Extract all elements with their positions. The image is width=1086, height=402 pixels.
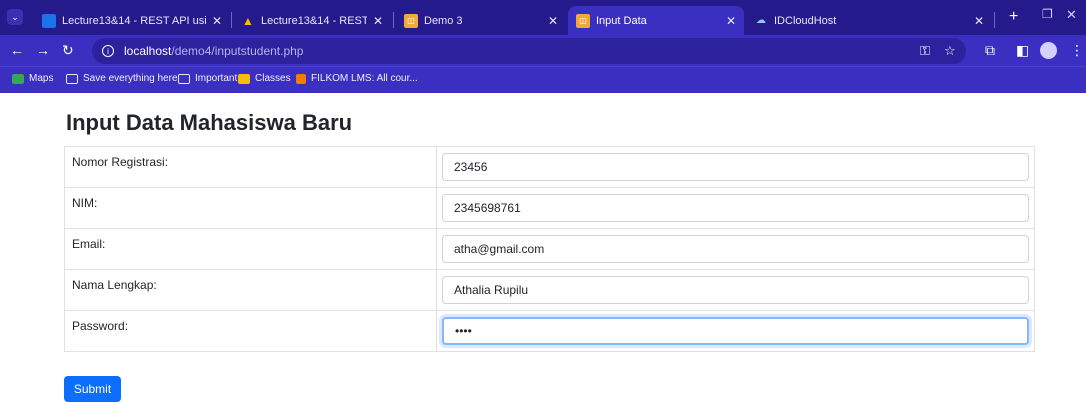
bookmark-maps[interactable]: Maps <box>12 73 53 84</box>
close-icon[interactable]: ✕ <box>548 14 558 28</box>
bookmark-save-everything[interactable]: Save everything here <box>66 73 178 84</box>
close-icon[interactable]: ✕ <box>373 14 383 28</box>
tab-lecture-2[interactable]: ▲ Lecture13&14 - REST API using Fr ✕ <box>233 6 391 35</box>
form-row-registration: Nomor Registrasi: 23456 <box>64 146 1035 188</box>
classroom-icon <box>238 73 250 84</box>
tab-input-data[interactable]: ◫ Input Data ✕ <box>568 6 744 35</box>
password-input[interactable]: •••• <box>442 317 1029 345</box>
bookmark-important[interactable]: Important <box>178 73 237 84</box>
cloud-icon: ☁ <box>756 15 766 26</box>
side-panel-icon[interactable]: ◧ <box>1016 42 1029 59</box>
tab-demo-3[interactable]: ◫ Demo 3 ✕ <box>396 6 566 35</box>
tab-separator <box>393 12 394 28</box>
registration-number-input[interactable]: 23456 <box>442 153 1029 181</box>
student-form-table: Nomor Registrasi: 23456 NIM: 2345698761 … <box>64 146 1035 352</box>
lms-icon <box>296 73 306 84</box>
address-bar[interactable]: i localhost/demo4/inputstudent.php <box>92 38 966 64</box>
forward-arrow-icon[interactable]: → <box>36 42 50 58</box>
bookmarks-bar: Maps Save everything here Important Clas… <box>0 66 1086 93</box>
tab-separator <box>994 12 995 28</box>
full-name-input[interactable]: Athalia Rupilu <box>442 276 1029 304</box>
form-row-email: Email: atha@gmail.com <box>64 228 1035 270</box>
browser-toolbar: ← → ↻ i localhost/demo4/inputstudent.php… <box>0 35 1086 66</box>
tab-search-button[interactable]: ⌄ <box>7 9 23 25</box>
close-icon[interactable]: ✕ <box>212 14 222 28</box>
email-label: Email: <box>64 228 437 270</box>
folder-icon <box>178 73 190 84</box>
folder-icon <box>66 73 78 84</box>
submit-button[interactable]: Submit <box>64 376 121 402</box>
tab-strip: ⌄ Lecture13&14 - REST API using Fr ✕ ▲ L… <box>0 0 1086 35</box>
nim-input[interactable]: 2345698761 <box>442 194 1029 222</box>
form-row-full-name: Nama Lengkap: Athalia Rupilu <box>64 269 1035 311</box>
restore-button[interactable]: ❐ <box>1042 7 1053 21</box>
password-label: Password: <box>64 310 437 352</box>
close-icon[interactable]: ✕ <box>726 14 736 28</box>
nim-label: NIM: <box>64 187 437 229</box>
bookmark-classes[interactable]: Classes <box>238 73 291 84</box>
reload-icon[interactable]: ↻ <box>62 42 74 59</box>
site-info-icon[interactable]: i <box>102 45 114 57</box>
tab-idcloudhost[interactable]: ☁ IDCloudHost ✕ <box>746 6 992 35</box>
form-row-password: Password: •••• <box>64 310 1035 352</box>
page-title: Input Data Mahasiswa Baru <box>66 110 353 135</box>
back-arrow-icon[interactable]: ← <box>10 42 24 58</box>
close-icon[interactable]: ✕ <box>974 14 984 28</box>
new-tab-button[interactable]: + <box>1009 8 1018 26</box>
maps-icon <box>12 73 24 84</box>
close-window-button[interactable]: ✕ <box>1066 7 1077 23</box>
email-input[interactable]: atha@gmail.com <box>442 235 1029 263</box>
tab-separator <box>231 12 232 28</box>
bookmark-filkom-lms[interactable]: FILKOM LMS: All cour... <box>296 73 418 84</box>
profile-avatar[interactable] <box>1040 42 1057 59</box>
extensions-icon[interactable]: ⧉ <box>985 42 995 59</box>
menu-kebab-icon[interactable]: ⋮ <box>1070 42 1084 59</box>
form-row-nim: NIM: 2345698761 <box>64 187 1035 229</box>
registration-number-label: Nomor Registrasi: <box>64 146 437 188</box>
xampp-icon: ◫ <box>576 13 590 28</box>
bookmark-star-icon[interactable]: ☆ <box>944 43 956 59</box>
password-key-icon[interactable]: ⚿ <box>920 43 930 59</box>
xampp-icon: ◫ <box>404 13 418 28</box>
classroom-icon <box>42 13 56 28</box>
drive-icon: ▲ <box>242 13 254 28</box>
tab-lecture-1[interactable]: Lecture13&14 - REST API using Fr ✕ <box>34 6 230 35</box>
full-name-label: Nama Lengkap: <box>64 269 437 311</box>
